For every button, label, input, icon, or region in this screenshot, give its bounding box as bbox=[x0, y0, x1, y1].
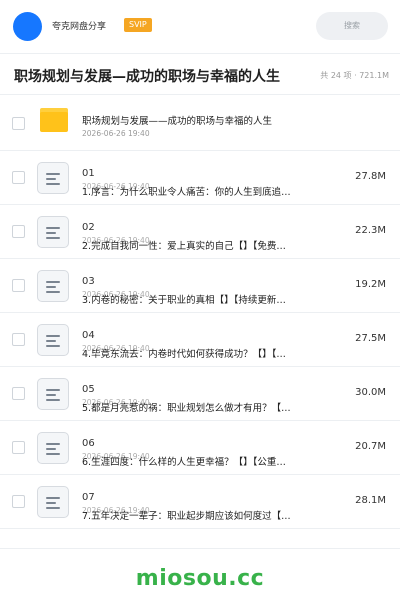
folder-icon bbox=[40, 108, 68, 132]
file-size: 27.8M bbox=[355, 171, 386, 182]
search-input[interactable]: 搜索 bbox=[316, 12, 388, 40]
file-number: 02 bbox=[82, 222, 95, 233]
footer: miosou.cc bbox=[0, 548, 400, 600]
row-checkbox[interactable] bbox=[12, 441, 25, 454]
row-checkbox[interactable] bbox=[12, 117, 25, 130]
folder-row[interactable]: 职场规划与发展——成功的职场与幸福的人生 2026-06-26 19:40 bbox=[0, 96, 400, 151]
file-size: 27.5M bbox=[355, 333, 386, 344]
file-name[interactable]: 7.五年决定一辈子：职业起步期应该如何度过【… bbox=[82, 508, 324, 522]
document-icon bbox=[37, 216, 69, 248]
avatar[interactable] bbox=[13, 12, 42, 41]
file-number: 07 bbox=[82, 492, 95, 503]
file-number: 06 bbox=[82, 438, 95, 449]
list-item[interactable]: 04 2026-06-26 19:40 4.毕竟东流去：内卷时代如何获得成功？【… bbox=[0, 313, 400, 367]
row-checkbox[interactable] bbox=[12, 495, 25, 508]
file-number: 01 bbox=[82, 168, 95, 179]
document-icon bbox=[37, 270, 69, 302]
row-checkbox[interactable] bbox=[12, 333, 25, 346]
file-name[interactable]: 6.生涯四度：什么样的人生更幸福？【】【公重… bbox=[82, 454, 324, 468]
file-size: 19.2M bbox=[355, 279, 386, 290]
list-item[interactable]: 02 2026-06-26 19:40 2.完成自我同一性：爱上真实的自己【】【… bbox=[0, 205, 400, 259]
document-icon bbox=[37, 324, 69, 356]
file-name[interactable]: 2.完成自我同一性：爱上真实的自己【】【免费… bbox=[82, 238, 324, 252]
file-number: 05 bbox=[82, 384, 95, 395]
document-icon bbox=[37, 162, 69, 194]
file-name[interactable]: 4.毕竟东流去：内卷时代如何获得成功？【】【… bbox=[82, 346, 324, 360]
folder-name[interactable]: 职场规划与发展——成功的职场与幸福的人生 bbox=[82, 113, 272, 127]
file-size: 22.3M bbox=[355, 225, 386, 236]
page-title: 职场规划与发展—成功的职场与幸福的人生 bbox=[14, 69, 280, 85]
list-item[interactable]: 03 2026-06-26 19:40 3.内卷的秘密：关于职业的真相【】【持续… bbox=[0, 259, 400, 313]
svip-badge: SVIP bbox=[124, 18, 152, 32]
share-title-bar: 职场规划与发展—成功的职场与幸福的人生 共 24 项 · 721.1M bbox=[0, 53, 400, 95]
username[interactable]: 夸克网盘分享 bbox=[52, 19, 106, 32]
row-checkbox[interactable] bbox=[12, 225, 25, 238]
file-number: 03 bbox=[82, 276, 95, 287]
list-item[interactable]: 01 2026-06-26 19:40 1.序言：为什么职业令人痛苦：你的人生到… bbox=[0, 151, 400, 205]
list-item[interactable]: 05 2026-06-26 19:40 5.都是月亮惹的祸：职业规划怎么做才有用… bbox=[0, 367, 400, 421]
row-checkbox[interactable] bbox=[12, 279, 25, 292]
document-icon bbox=[37, 432, 69, 464]
file-size: 20.7M bbox=[355, 441, 386, 452]
folder-date: 2026-06-26 19:40 bbox=[82, 129, 150, 138]
site-watermark: miosou.cc bbox=[135, 566, 265, 591]
header: 夸克网盘分享 SVIP 搜索 bbox=[0, 0, 400, 52]
row-checkbox[interactable] bbox=[12, 171, 25, 184]
item-count: 共 24 项 · 721.1M bbox=[320, 71, 389, 80]
document-icon bbox=[37, 378, 69, 410]
file-name[interactable]: 5.都是月亮惹的祸：职业规划怎么做才有用？【… bbox=[82, 400, 324, 414]
file-number: 04 bbox=[82, 330, 95, 341]
file-size: 30.0M bbox=[355, 387, 386, 398]
file-name[interactable]: 1.序言：为什么职业令人痛苦：你的人生到底追… bbox=[82, 184, 324, 198]
file-size: 28.1M bbox=[355, 495, 386, 506]
list-item[interactable]: 06 2026-06-26 19:40 6.生涯四度：什么样的人生更幸福？【】【… bbox=[0, 421, 400, 475]
list-item[interactable]: 07 2026-06-26 19:40 7.五年决定一辈子：职业起步期应该如何度… bbox=[0, 475, 400, 529]
document-icon bbox=[37, 486, 69, 518]
row-checkbox[interactable] bbox=[12, 387, 25, 400]
file-name[interactable]: 3.内卷的秘密：关于职业的真相【】【持续更新… bbox=[82, 292, 324, 306]
